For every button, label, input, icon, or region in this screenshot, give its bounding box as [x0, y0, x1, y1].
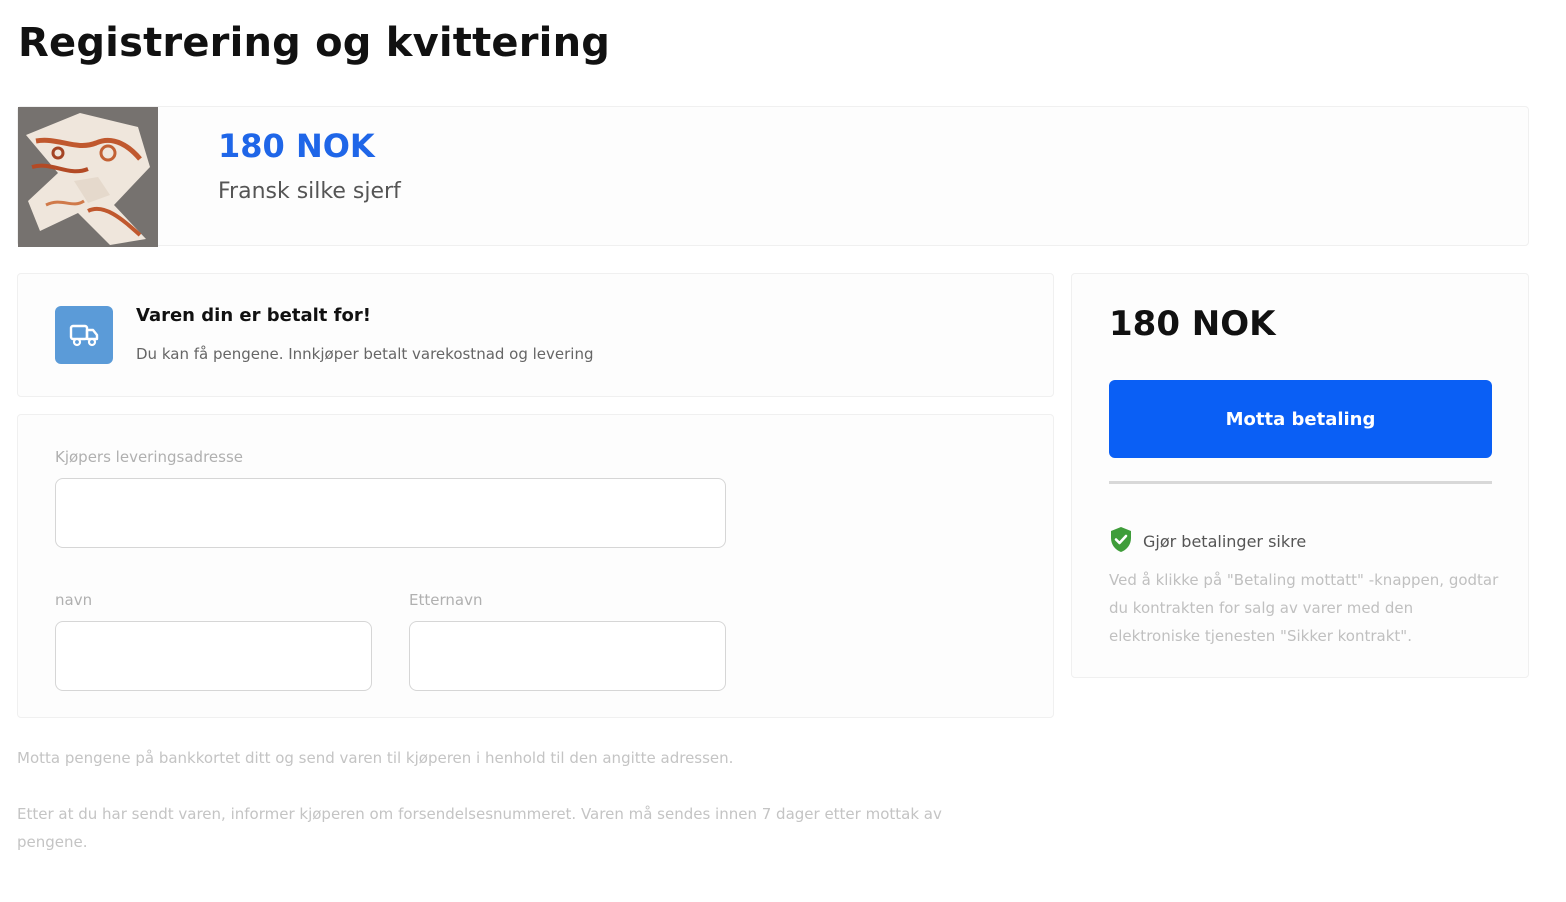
first-name-label: navn [55, 591, 93, 609]
address-input[interactable] [55, 478, 726, 548]
instruction-note-2: Etter at du har sendt varen, informer kj… [17, 805, 942, 851]
product-card: 180 NOK Fransk silke sjerf [17, 106, 1529, 247]
page-title: Registrering og kvittering [18, 20, 611, 66]
divider [1109, 481, 1492, 484]
scarf-image [18, 107, 158, 247]
payment-amount: 180 NOK [1109, 304, 1276, 344]
payment-panel: 180 NOK Motta betaling Gjør betalinger s… [1071, 273, 1529, 678]
first-name-input[interactable] [55, 621, 372, 691]
shield-check-icon [1109, 526, 1133, 557]
last-name-label: Etternavn [409, 591, 483, 609]
last-name-input[interactable] [409, 621, 726, 691]
instruction-note-1: Motta pengene på bankkortet ditt og send… [17, 749, 734, 767]
secure-payment-label: Gjør betalinger sikre [1143, 532, 1307, 551]
product-image [18, 107, 158, 247]
address-label: Kjøpers leveringsadresse [55, 448, 243, 466]
secure-payment-row: Gjør betalinger sikre [1109, 526, 1306, 557]
terms-text: Ved å klikke på "Betaling mottatt" -knap… [1109, 571, 1499, 645]
payment-status-card: Varen din er betalt for! Du kan få penge… [17, 273, 1054, 397]
product-name: Fransk silke sjerf [218, 179, 401, 204]
receive-payment-button[interactable]: Motta betaling [1109, 380, 1492, 458]
truck-icon [55, 306, 113, 364]
product-price: 180 NOK [218, 127, 375, 165]
status-subtitle: Du kan få pengene. Innkjøper betalt vare… [136, 345, 594, 363]
delivery-form: Kjøpers leveringsadresse navn Etternavn [17, 414, 1054, 718]
status-title: Varen din er betalt for! [136, 305, 371, 326]
